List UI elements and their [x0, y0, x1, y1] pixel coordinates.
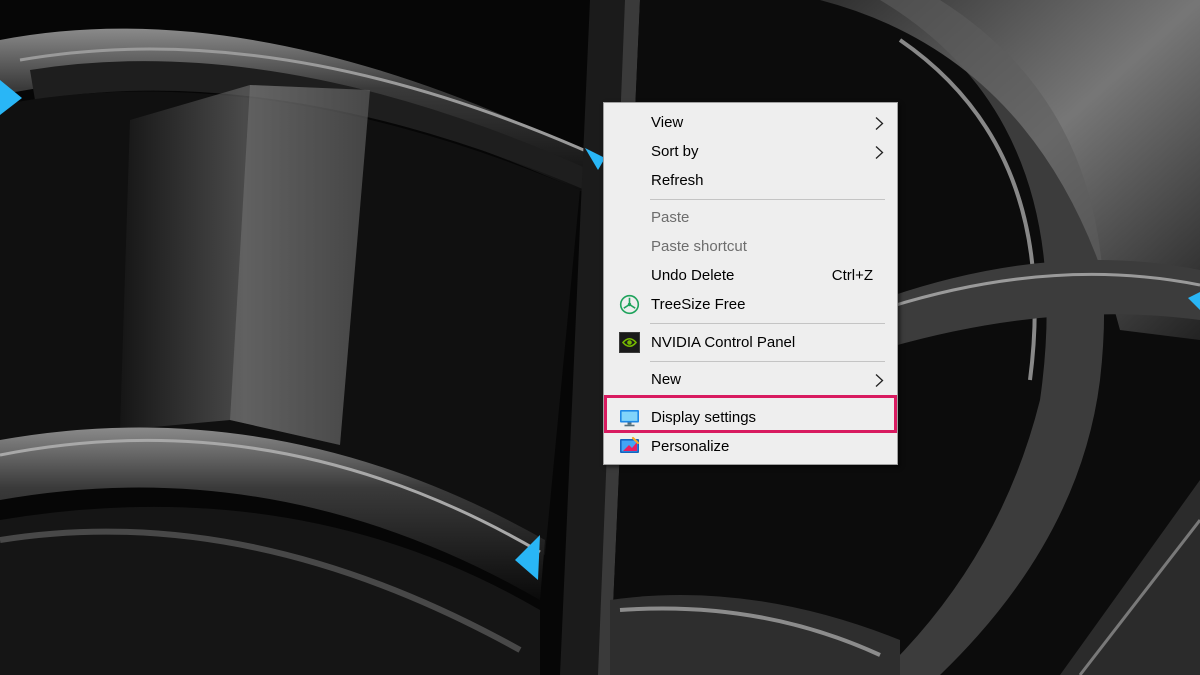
menu-separator: [650, 323, 885, 324]
treesize-icon: [619, 294, 640, 315]
menu-item-nvidia-control-panel[interactable]: NVIDIA Control Panel: [605, 328, 896, 357]
menu-item-label: Paste shortcut: [651, 238, 747, 255]
menu-item-label: Undo Delete: [651, 267, 735, 284]
menu-item-label: New: [651, 371, 682, 388]
menu-item-refresh[interactable]: Refresh: [605, 166, 896, 195]
desktop[interactable]: View Sort by Refresh Paste Paste shortcu…: [0, 0, 1200, 675]
menu-separator: [650, 199, 885, 200]
menu-item-label: NVIDIA Control Panel: [651, 334, 796, 351]
personalize-icon: [620, 436, 640, 453]
menu-item-view[interactable]: View: [605, 108, 896, 137]
chevron-right-icon: [875, 374, 884, 387]
desktop-wallpaper: [0, 0, 1200, 675]
chevron-right-icon: [875, 146, 884, 159]
menu-item-paste-shortcut[interactable]: Paste shortcut: [605, 232, 896, 261]
menu-item-sort-by[interactable]: Sort by: [605, 137, 896, 166]
menu-item-new[interactable]: New: [605, 365, 896, 394]
nvidia-icon: [619, 332, 640, 353]
menu-item-personalize[interactable]: Personalize: [605, 432, 896, 461]
menu-item-label: Paste: [651, 209, 690, 226]
menu-item-label: Personalize: [651, 438, 730, 455]
menu-item-label: Refresh: [651, 172, 704, 189]
keyboard-shortcut: Ctrl+Z: [831, 267, 873, 284]
menu-item-label: View: [651, 114, 684, 131]
menu-item-treesize-free[interactable]: TreeSize Free: [605, 290, 896, 319]
menu-separator: [650, 361, 885, 362]
highlight-annotation-box: [604, 395, 897, 433]
menu-item-label: Sort by: [651, 143, 699, 160]
chevron-right-icon: [875, 117, 884, 130]
menu-item-undo-delete[interactable]: Undo Delete Ctrl+Z: [605, 261, 896, 290]
menu-item-label: TreeSize Free: [651, 296, 746, 313]
menu-item-paste[interactable]: Paste: [605, 203, 896, 232]
